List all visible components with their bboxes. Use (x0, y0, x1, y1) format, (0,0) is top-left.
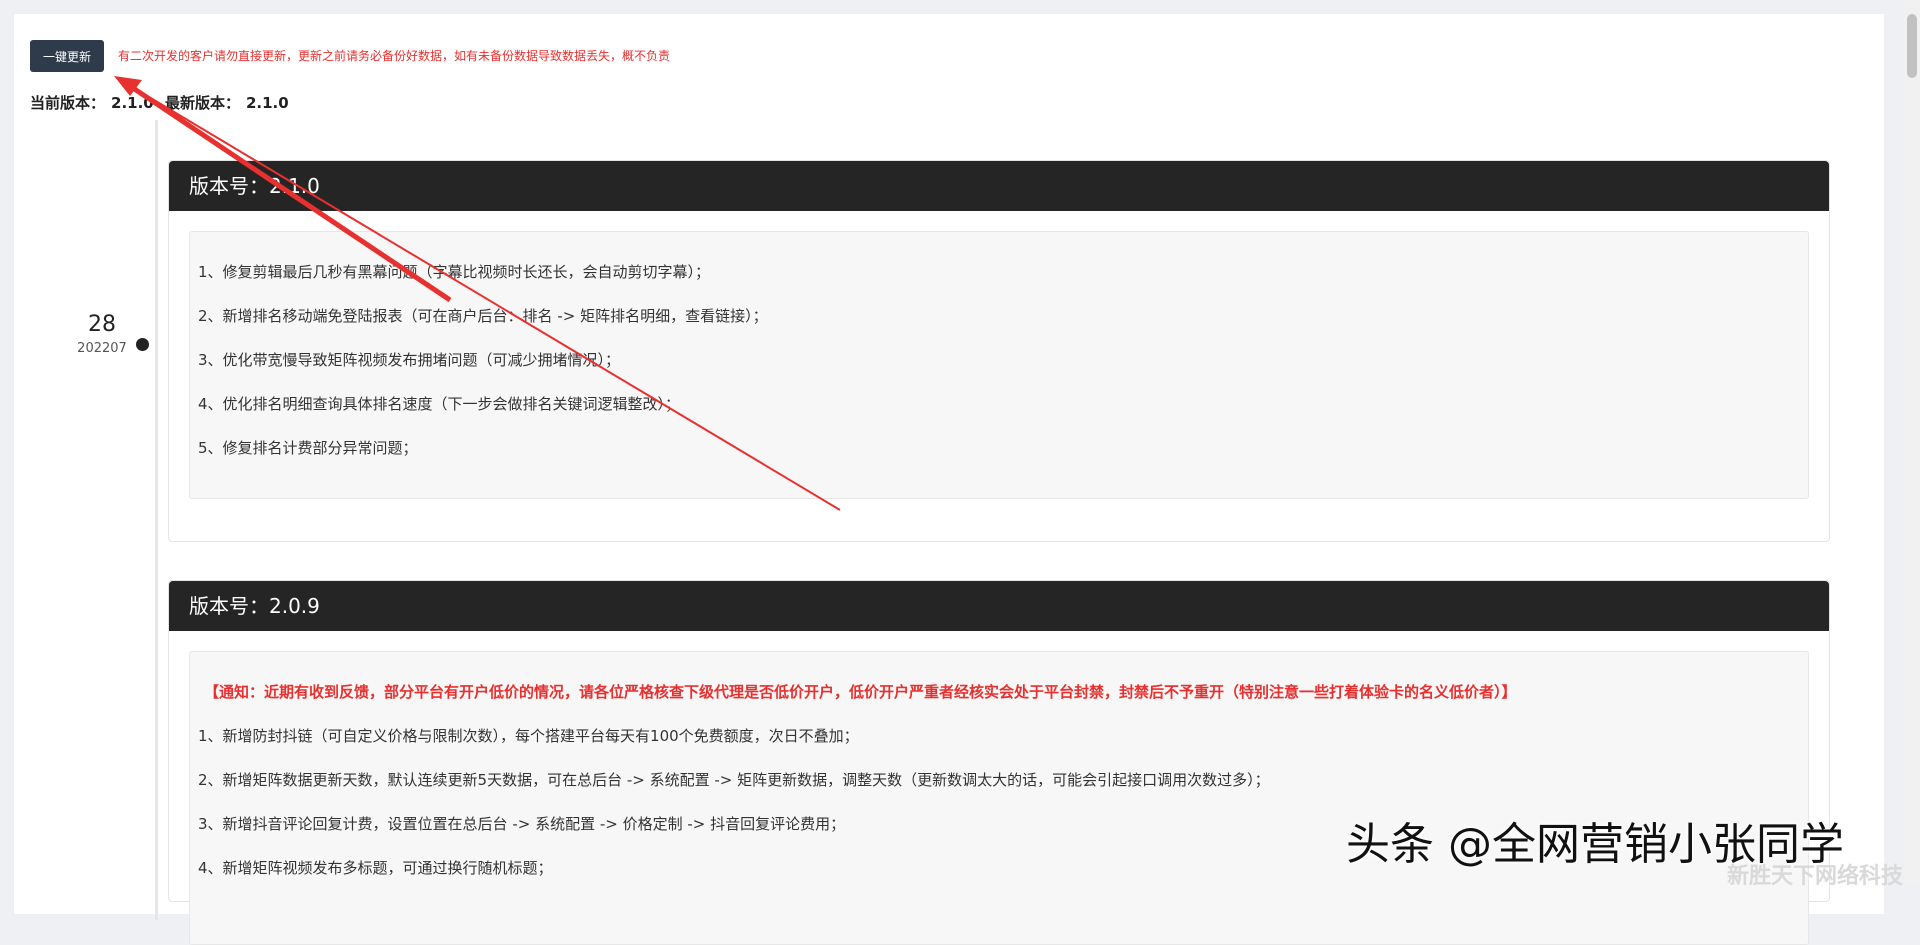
changelog-list: 1、修复剪辑最后几秒有黑幕问题（字幕比视频时长还长，会自动剪切字幕）； 2、新增… (189, 231, 1809, 499)
changelog-notice: 【通知：近期有收到反馈，部分平台有开户低价的情况，请各位严格核查下级代理是否低价… (204, 683, 1517, 701)
timeline-line (155, 120, 158, 920)
version-card-title: 版本号：2.0.9 (169, 581, 1829, 631)
changelog-item: 2、新增排名移动端免登陆报表（可在商户后台：排名 -> 矩阵排名明细，查看链接）… (198, 307, 768, 325)
timeline-date: 28 202207 (52, 312, 152, 356)
changelog-item: 1、修复剪辑最后几秒有黑幕问题（字幕比视频时长还长，会自动剪切字幕）； (198, 263, 711, 281)
changelog-item: 4、优化排名明细查询具体排名速度（下一步会做排名关键词逻辑整改）； (198, 395, 681, 413)
update-warning-text: 有二次开发的客户请勿直接更新，更新之前请务必备份好数据，如有未备份数据导致数据丢… (118, 49, 671, 63)
changelog-item: 5、修复排名计费部分异常问题； (198, 439, 418, 457)
version-card-2-1-0: 版本号：2.1.0 1、修复剪辑最后几秒有黑幕问题（字幕比视频时长还长，会自动剪… (168, 160, 1830, 542)
changelog-item: 2、新增矩阵数据更新天数，默认连续更新5天数据，可在总后台 -> 系统配置 ->… (198, 771, 1270, 789)
one-click-update-button[interactable]: 一键更新 (30, 40, 104, 72)
page-scrollbar[interactable] (1904, 0, 1920, 883)
changelog-item: 3、优化带宽慢导致矩阵视频发布拥堵问题（可减少拥堵情况）； (198, 351, 621, 369)
watermark-small-text: 新胜天下网络科技 (1727, 864, 1904, 889)
current-version-value: 2.1.0 (111, 94, 154, 112)
timeline-day: 28 (88, 312, 116, 337)
version-card-title: 版本号：2.1.0 (169, 161, 1829, 211)
current-version-label: 当前版本： (30, 94, 106, 112)
changelog-list: 【通知：近期有收到反馈，部分平台有开户低价的情况，请各位严格核查下级代理是否低价… (189, 651, 1809, 945)
latest-version-value: 2.1.0 (245, 94, 289, 112)
latest-version-label: 最新版本： (164, 94, 240, 112)
timeline-dot (136, 338, 149, 351)
scrollbar-thumb[interactable] (1907, 14, 1917, 78)
version-info: 当前版本： 2.1.0 最新版本： 2.1.0 (30, 92, 295, 113)
changelog-item: 1、新增防封抖链（可自定义价格与限制次数），每个搭建平台每天有100个免费额度，… (198, 727, 859, 745)
